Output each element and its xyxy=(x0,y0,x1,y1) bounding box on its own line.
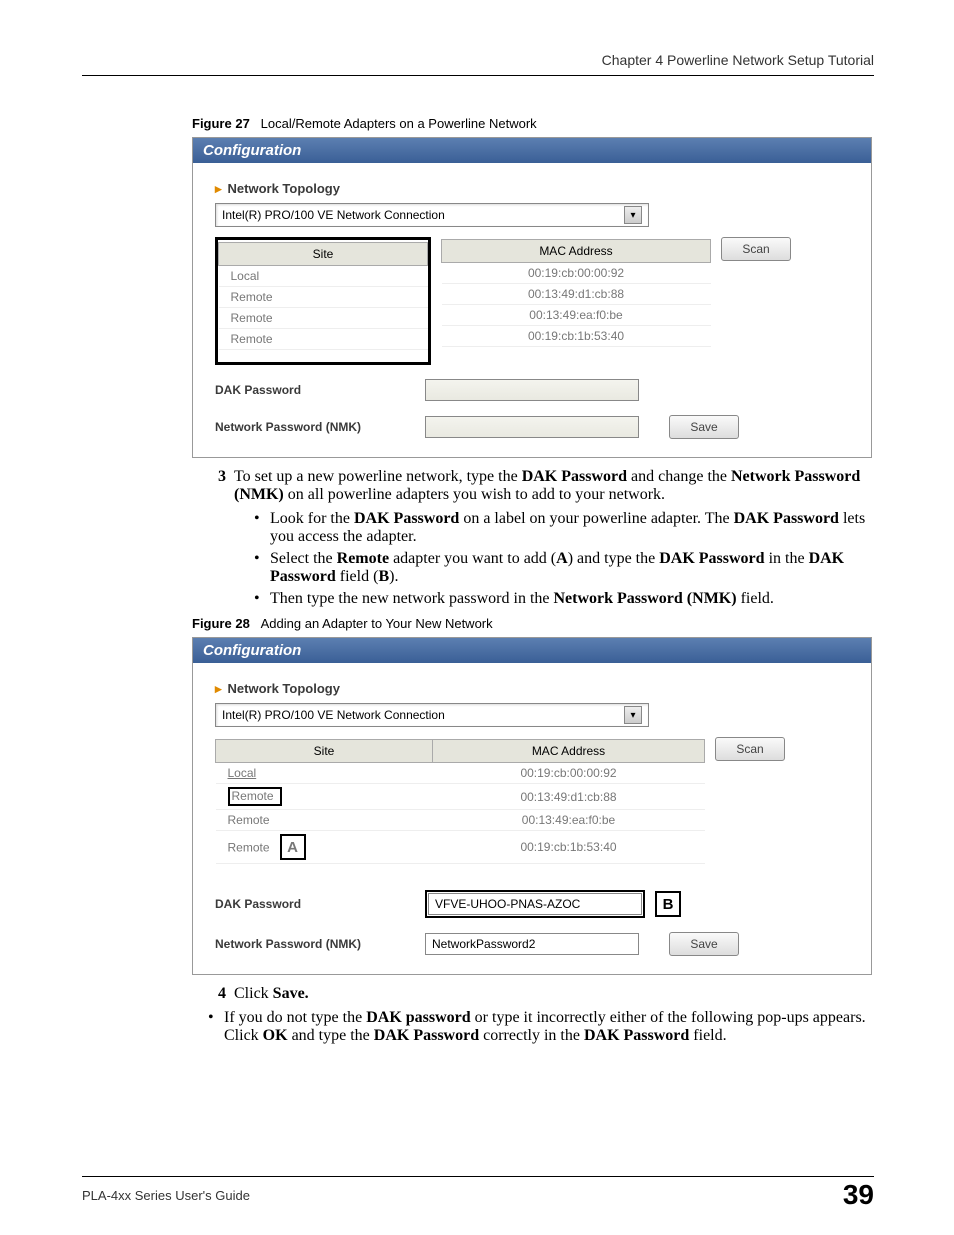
step-3: 3 To set up a new powerline network, typ… xyxy=(192,468,872,504)
col-site: Site xyxy=(216,740,433,763)
table-row[interactable]: Remote xyxy=(219,308,428,329)
col-site: Site xyxy=(219,243,428,266)
footer-guide: PLA-4xx Series User's Guide xyxy=(82,1188,250,1203)
table-row[interactable]: Remote xyxy=(216,810,433,831)
nmk-input[interactable] xyxy=(425,933,639,955)
col-mac: MAC Address xyxy=(442,240,711,263)
step-4: 4 Click Save. xyxy=(192,985,872,1003)
step-number: 4 xyxy=(192,985,234,1003)
step-number: 3 xyxy=(192,468,234,504)
mac-cell: 00:13:49:d1:cb:88 xyxy=(442,284,711,305)
mac-cell: 00:19:cb:00:00:92 xyxy=(442,263,711,284)
table-row[interactable]: Remote xyxy=(219,329,428,350)
site-column-box: Site Local Remote Remote Remote xyxy=(218,242,428,350)
mac-cell: 00:13:49:ea:f0:be xyxy=(442,305,711,326)
network-adapter-dropdown[interactable]: Intel(R) PRO/100 VE Network Connection ▾ xyxy=(215,703,649,727)
bullet-icon: ▸ xyxy=(215,681,222,696)
figure28-screenshot: Configuration ▸Network Topology Intel(R)… xyxy=(192,637,872,975)
col-mac: MAC Address xyxy=(433,740,705,763)
network-adapter-dropdown[interactable]: Intel(R) PRO/100 VE Network Connection ▾ xyxy=(215,203,649,227)
header-rule xyxy=(82,75,874,76)
dropdown-value: Intel(R) PRO/100 VE Network Connection xyxy=(222,708,445,722)
table-row[interactable]: Local xyxy=(219,266,428,287)
table-row[interactable]: Remote xyxy=(216,784,433,810)
section-title: ▸Network Topology xyxy=(215,181,849,197)
figure27-label: Figure 27 xyxy=(192,116,250,131)
table-row[interactable]: Local xyxy=(216,763,433,784)
scan-button[interactable]: Scan xyxy=(721,237,791,261)
chevron-down-icon: ▾ xyxy=(624,706,642,724)
callout-b: B xyxy=(655,891,681,917)
mac-cell: 00:19:cb:00:00:92 xyxy=(433,763,705,784)
page-number: 39 xyxy=(843,1179,874,1211)
dak-label: DAK Password xyxy=(215,383,425,397)
dak-label: DAK Password xyxy=(215,897,425,911)
config-title: Configuration xyxy=(193,138,871,163)
footer-rule xyxy=(82,1176,874,1177)
mac-cell: 00:13:49:d1:cb:88 xyxy=(433,784,705,810)
scan-button[interactable]: Scan xyxy=(715,737,785,761)
dak-input[interactable] xyxy=(428,893,642,915)
figure27-text: Local/Remote Adapters on a Powerline Net… xyxy=(261,116,537,131)
save-button[interactable]: Save xyxy=(669,932,739,956)
adapters-table: Site MAC Address Local00:19:cb:00:00:92 … xyxy=(215,739,705,864)
table-row[interactable]: RemoteA xyxy=(216,831,433,864)
config-title: Configuration xyxy=(193,638,871,663)
save-button[interactable]: Save xyxy=(669,415,739,439)
figure27-screenshot: Configuration ▸Network Topology Intel(R)… xyxy=(192,137,872,458)
page-header: Chapter 4 Powerline Network Setup Tutori… xyxy=(602,52,874,68)
figure27-caption: Figure 27 Local/Remote Adapters on a Pow… xyxy=(192,116,872,131)
figure28-text: Adding an Adapter to Your New Network xyxy=(261,616,493,631)
dak-input[interactable] xyxy=(425,379,639,401)
nmk-label: Network Password (NMK) xyxy=(215,937,425,951)
bullet-icon: ▸ xyxy=(215,181,222,196)
figure28-label: Figure 28 xyxy=(192,616,250,631)
figure28-caption: Figure 28 Adding an Adapter to Your New … xyxy=(192,616,872,631)
step4-bullets: If you do not type the DAK password or t… xyxy=(208,1009,872,1045)
table-row[interactable]: Remote xyxy=(219,287,428,308)
nmk-label: Network Password (NMK) xyxy=(215,420,425,434)
mac-cell: 00:19:cb:1b:53:40 xyxy=(433,831,705,864)
nmk-input[interactable] xyxy=(425,416,639,438)
section-title: ▸Network Topology xyxy=(215,681,849,697)
dropdown-value: Intel(R) PRO/100 VE Network Connection xyxy=(222,208,445,222)
chevron-down-icon: ▾ xyxy=(624,206,642,224)
callout-a: A xyxy=(280,834,306,860)
step3-bullets: Look for the DAK Password on a label on … xyxy=(254,510,872,608)
mac-cell: 00:19:cb:1b:53:40 xyxy=(442,326,711,347)
mac-cell: 00:13:49:ea:f0:be xyxy=(433,810,705,831)
